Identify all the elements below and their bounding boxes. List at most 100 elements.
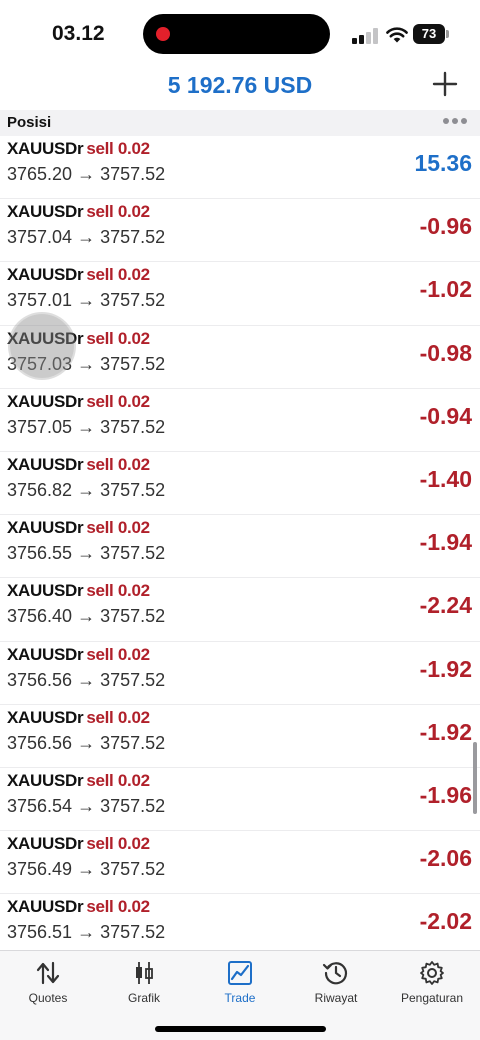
position-profit: -1.92 <box>419 718 472 745</box>
tab-trade[interactable]: Trade <box>192 959 288 1009</box>
trade-icon <box>228 961 252 985</box>
position-title: XAUUSDr sell 0.02 <box>7 708 150 728</box>
position-profit: -2.02 <box>419 908 472 935</box>
touch-indicator <box>10 314 74 378</box>
gear-icon <box>420 961 444 985</box>
position-row[interactable]: XAUUSDr sell 0.02 3756.40 → 3757.52 -2.24 <box>0 578 480 642</box>
position-row[interactable]: XAUUSDr sell 0.02 3756.51 → 3757.52 -2.02 <box>0 894 480 950</box>
position-symbol: XAUUSDr <box>7 454 84 474</box>
position-symbol: XAUUSDr <box>7 581 84 601</box>
position-prices: 3756.51 → 3757.52 <box>7 922 166 943</box>
tab-quotes[interactable]: Quotes <box>0 959 96 1009</box>
position-prices: 3756.49 → 3757.52 <box>7 859 166 880</box>
wifi-icon <box>386 27 408 43</box>
position-row[interactable]: XAUUSDr sell 0.02 3757.04 → 3757.52 -0.96 <box>0 199 480 263</box>
position-prices: 3756.54 → 3757.52 <box>7 795 166 816</box>
position-title: XAUUSDr sell 0.02 <box>7 897 150 917</box>
position-title: XAUUSDr sell 0.02 <box>7 518 150 538</box>
position-title: XAUUSDr sell 0.02 <box>7 265 150 285</box>
position-side: sell 0.02 <box>86 265 150 285</box>
position-symbol: XAUUSDr <box>7 139 84 158</box>
battery-icon: 73 <box>413 24 449 44</box>
position-title: XAUUSDr sell 0.02 <box>7 581 150 601</box>
position-symbol: XAUUSDr <box>7 265 84 285</box>
position-prices: 3756.40 → 3757.52 <box>7 606 166 627</box>
position-title: XAUUSDr sell 0.02 <box>7 771 150 791</box>
position-profit: -0.96 <box>419 213 472 240</box>
tab-grafik[interactable]: Grafik <box>96 959 192 1009</box>
position-side: sell 0.02 <box>86 897 150 917</box>
quotes-icon <box>36 961 60 985</box>
position-row[interactable]: XAUUSDr sell 0.02 3756.54 → 3757.52 -1.96 <box>0 768 480 832</box>
position-row[interactable]: XAUUSDr sell 0.02 3756.56 → 3757.52 -1.92 <box>0 642 480 705</box>
position-side: sell 0.02 <box>86 202 150 222</box>
position-prices: 3765.20 → 3757.52 <box>7 164 166 184</box>
status-bar: 03.12 73 <box>0 0 480 64</box>
position-profit: -1.92 <box>419 655 472 682</box>
position-side: sell 0.02 <box>86 707 150 727</box>
position-profit: -1.94 <box>419 529 472 556</box>
position-profit: -1.96 <box>419 781 472 808</box>
position-row[interactable]: XAUUSDr sell 0.02 3756.82 → 3757.52 -1.40 <box>0 452 480 516</box>
trade-header: 5 192.76 USD <box>0 64 480 106</box>
position-title: XAUUSDr sell 0.02 <box>7 455 150 475</box>
more-options-icon[interactable] <box>443 118 467 126</box>
position-title: XAUUSDr sell 0.02 <box>7 139 150 159</box>
position-side: sell 0.02 <box>86 139 150 158</box>
position-prices: 3756.56 → 3757.52 <box>7 732 166 753</box>
position-row[interactable]: XAUUSDr sell 0.02 3757.01 → 3757.52 -1.02 <box>0 262 480 326</box>
battery-level: 73 <box>413 24 445 44</box>
position-symbol: XAUUSDr <box>7 897 84 917</box>
position-prices: 3757.04 → 3757.52 <box>7 227 166 248</box>
position-title: XAUUSDr sell 0.02 <box>7 834 150 854</box>
position-symbol: XAUUSDr <box>7 518 84 538</box>
position-profit: -2.24 <box>419 592 472 619</box>
scrollbar[interactable] <box>473 742 477 814</box>
position-side: sell 0.02 <box>86 770 150 790</box>
position-symbol: XAUUSDr <box>7 834 84 854</box>
position-side: sell 0.02 <box>86 391 150 411</box>
position-profit: 15.36 <box>414 150 472 176</box>
position-row[interactable]: XAUUSDr sell 0.02 3756.55 → 3757.52 -1.94 <box>0 515 480 579</box>
position-side: sell 0.02 <box>86 328 150 348</box>
tab-pengaturan[interactable]: Pengaturan <box>384 959 480 1009</box>
chart-icon <box>136 962 153 984</box>
history-icon <box>322 962 348 985</box>
position-row[interactable]: XAUUSDr sell 0.02 3756.56 → 3757.52 -1.92 <box>0 705 480 768</box>
position-row[interactable]: XAUUSDr sell 0.02 3765.20 → 3757.52 15.36 <box>0 136 480 200</box>
position-prices: 3757.01 → 3757.52 <box>7 290 166 311</box>
position-row[interactable]: XAUUSDr sell 0.02 3757.05 → 3757.52 -0.94 <box>0 389 480 452</box>
position-side: sell 0.02 <box>86 644 150 664</box>
section-title: Posisi <box>7 114 52 131</box>
position-symbol: XAUUSDr <box>7 707 84 727</box>
position-profit: -1.02 <box>419 276 472 303</box>
position-side: sell 0.02 <box>86 454 150 474</box>
tab-label-pengaturan: Pengaturan <box>400 991 464 1005</box>
position-side: sell 0.02 <box>86 518 150 538</box>
position-prices: 3756.56 → 3757.52 <box>7 669 166 690</box>
position-side: sell 0.02 <box>86 581 150 601</box>
position-profit: -0.94 <box>419 402 472 429</box>
positions-list[interactable]: XAUUSDr sell 0.02 3765.20 → 3757.52 15.36 XA… <box>0 136 480 950</box>
dynamic-island <box>143 14 330 54</box>
tab-label-trade: Trade <box>224 991 256 1005</box>
position-symbol: XAUUSDr <box>7 391 84 411</box>
position-symbol: XAUUSDr <box>7 644 84 664</box>
position-symbol: XAUUSDr <box>7 202 84 222</box>
position-side: sell 0.02 <box>86 834 150 854</box>
position-profit: -1.40 <box>419 465 472 492</box>
tab-label-riwayat: Riwayat <box>314 991 358 1005</box>
positions-section-header: Posisi <box>0 110 480 136</box>
position-symbol: XAUUSDr <box>7 770 84 790</box>
position-prices: 3756.82 → 3757.52 <box>7 479 166 500</box>
tab-label-grafik: Grafik <box>127 991 160 1005</box>
position-title: XAUUSDr sell 0.02 <box>7 392 150 412</box>
position-profit: -0.98 <box>419 339 472 366</box>
add-order-button[interactable] <box>430 69 460 99</box>
status-time: 03.12 <box>52 22 105 45</box>
position-row[interactable]: XAUUSDr sell 0.02 3756.49 → 3757.52 -2.06 <box>0 831 480 895</box>
position-prices: 3757.05 → 3757.52 <box>7 416 166 437</box>
tab-riwayat[interactable]: Riwayat <box>288 959 384 1009</box>
account-balance: 5 192.76 USD <box>167 72 313 98</box>
position-prices: 3756.55 → 3757.52 <box>7 543 166 564</box>
